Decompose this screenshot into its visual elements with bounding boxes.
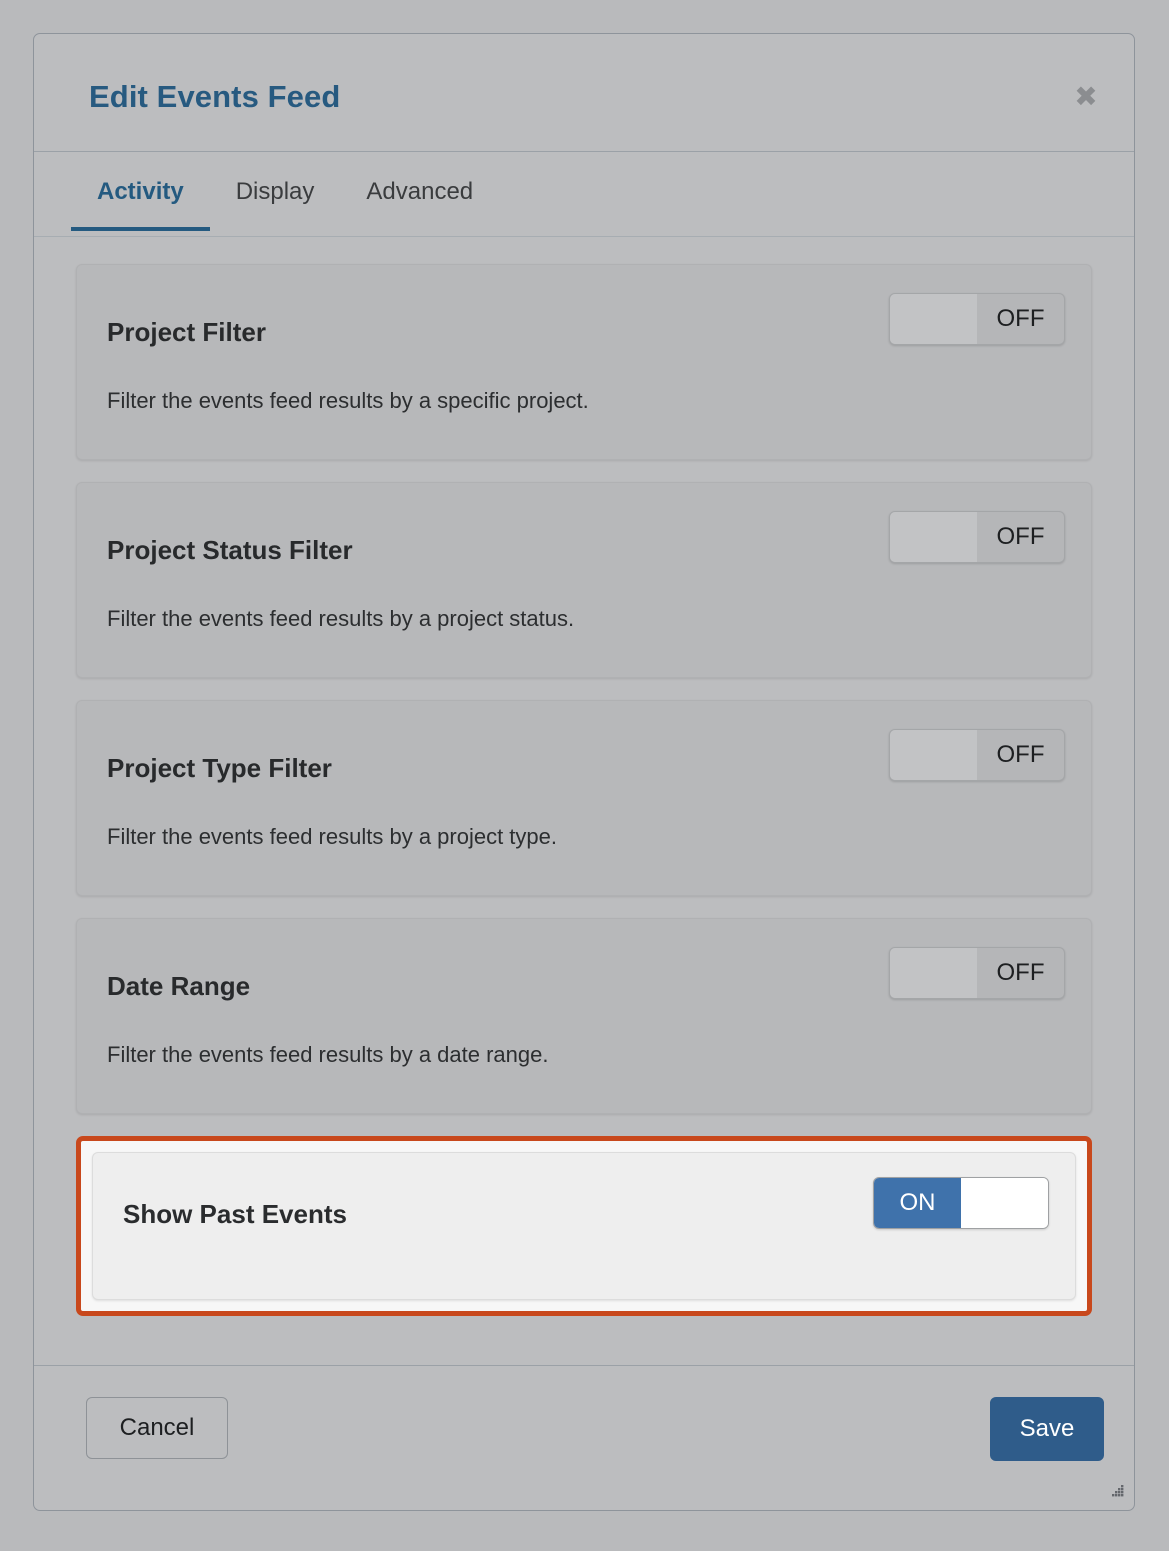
- toggle-project-status-filter[interactable]: OFF: [889, 511, 1065, 563]
- close-icon[interactable]: ✖: [1070, 82, 1102, 114]
- toggle-project-type-filter[interactable]: OFF: [889, 729, 1065, 781]
- toggle-show-past-events[interactable]: ON: [873, 1177, 1049, 1229]
- setting-description: Filter the events feed results by a spec…: [107, 388, 589, 413]
- toggle-state-label: OFF: [996, 305, 1045, 332]
- cancel-button[interactable]: Cancel: [86, 1397, 228, 1459]
- tab-advanced[interactable]: Advanced: [340, 152, 499, 230]
- setting-description: Filter the events feed results by a proj…: [107, 824, 558, 849]
- toggle-state-label: ON: [874, 1178, 961, 1228]
- toggle-knob: [961, 1178, 1048, 1228]
- setting-card-date-range: Date Range Filter the events feed result…: [76, 918, 1092, 1114]
- edit-events-feed-dialog: Edit Events Feed ✖ Activity Display Adva…: [33, 33, 1135, 1511]
- page-title: Edit Events Feed: [89, 79, 341, 114]
- dialog-header: Edit Events Feed ✖: [34, 34, 1134, 152]
- highlight-outline: Show Past Events ON: [76, 1136, 1092, 1316]
- dialog-body: Project Filter Filter the events feed re…: [34, 237, 1134, 1365]
- setting-card-project-filter: Project Filter Filter the events feed re…: [76, 264, 1092, 460]
- resize-grip-icon[interactable]: [1107, 1483, 1127, 1503]
- tab-bar: Activity Display Advanced: [34, 152, 1134, 237]
- setting-description: Filter the events feed results by a date…: [107, 1042, 549, 1067]
- toggle-state-label: OFF: [996, 959, 1045, 986]
- toggle-project-filter[interactable]: OFF: [889, 293, 1065, 345]
- toggle-knob: [890, 730, 977, 780]
- dialog-footer: Cancel Save: [34, 1365, 1134, 1509]
- setting-card-project-status-filter: Project Status Filter Filter the events …: [76, 482, 1092, 678]
- save-button[interactable]: Save: [990, 1397, 1104, 1461]
- toggle-state-label: OFF: [996, 741, 1045, 768]
- toggle-knob: [890, 294, 977, 344]
- toggle-date-range[interactable]: OFF: [889, 947, 1065, 999]
- setting-card-project-type-filter: Project Type Filter Filter the events fe…: [76, 700, 1092, 896]
- tab-activity[interactable]: Activity: [71, 152, 210, 231]
- tab-display[interactable]: Display: [210, 152, 341, 230]
- setting-description: Filter the events feed results by a proj…: [107, 606, 575, 631]
- toggle-state-label: OFF: [996, 523, 1045, 550]
- setting-card-show-past-events: Show Past Events ON: [92, 1152, 1076, 1300]
- toggle-knob: [890, 512, 977, 562]
- toggle-knob: [890, 948, 977, 998]
